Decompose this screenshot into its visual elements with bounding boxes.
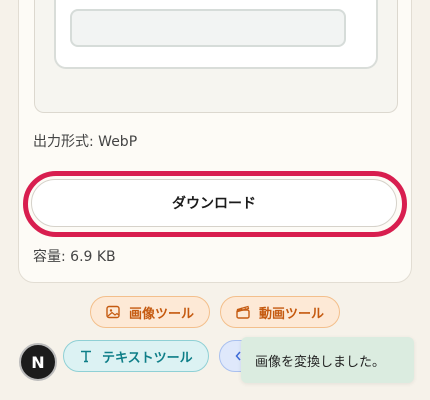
toast-notification: 画像を変換しました。 — [241, 337, 414, 383]
image-icon — [105, 304, 121, 320]
file-size-label: 容量: 6.9 KB — [33, 249, 116, 265]
text-icon — [78, 348, 94, 364]
clapperboard-icon — [235, 304, 251, 320]
image-tools-button[interactable]: 画像ツール — [90, 296, 210, 328]
image-preview — [34, 0, 398, 113]
video-tools-label: 動画ツール — [259, 306, 325, 322]
preview-input-box — [70, 9, 346, 47]
result-card: 出力形式: WebP ダウンロード 容量: 6.9 KB — [18, 0, 412, 283]
avatar[interactable]: N — [19, 343, 57, 381]
text-tools-label: テキストツール — [102, 350, 193, 366]
download-button[interactable]: ダウンロード — [31, 179, 397, 227]
image-tools-label: 画像ツール — [129, 306, 195, 322]
video-tools-button[interactable]: 動画ツール — [220, 296, 340, 328]
text-tools-button[interactable]: テキストツール — [63, 340, 209, 372]
preview-frame — [54, 0, 378, 69]
output-format-label: 出力形式: WebP — [33, 134, 138, 150]
